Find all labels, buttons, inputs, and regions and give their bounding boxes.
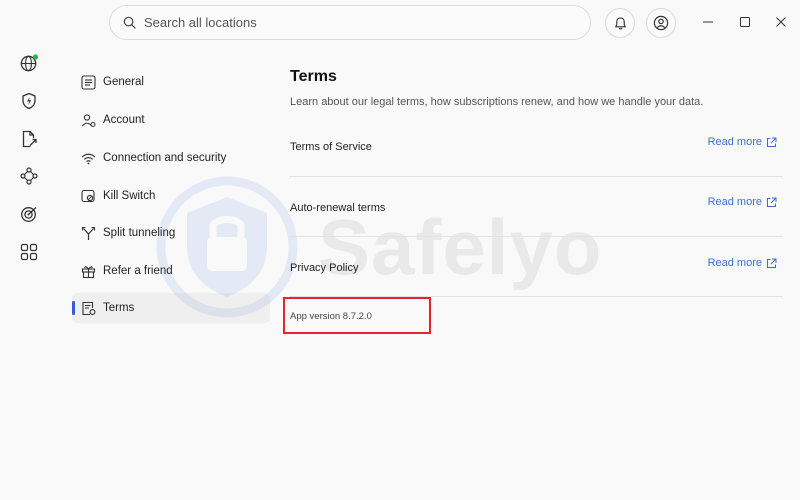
apps-grid-icon — [20, 243, 38, 261]
account-button[interactable] — [646, 8, 676, 38]
close-button[interactable] — [770, 11, 792, 33]
status-dot — [32, 54, 39, 60]
rail-shield[interactable] — [17, 89, 41, 113]
divider — [289, 176, 783, 177]
read-more-label: Read more — [707, 196, 762, 208]
terms-of-service-label: Terms of Service — [290, 141, 372, 153]
nav-item-connection[interactable]: Connection and security — [72, 143, 270, 173]
globe-icon — [20, 54, 39, 72]
watermark-text: Safelyo — [318, 203, 603, 291]
rail-share-file[interactable] — [17, 127, 41, 151]
app-version: App version 8.7.2.0 — [290, 311, 372, 322]
active-indicator — [72, 301, 75, 315]
auto-renewal-read-more-link[interactable]: Read more — [708, 196, 777, 208]
search-icon — [123, 16, 136, 29]
nav-item-label: Kill Switch — [103, 190, 156, 202]
search-input[interactable] — [142, 14, 566, 31]
rail-globe[interactable] — [17, 51, 41, 75]
target-icon — [21, 207, 37, 222]
page-title: Terms — [290, 68, 337, 85]
read-more-label: Read more — [707, 136, 762, 148]
nav-item-label: Split tunneling — [103, 227, 176, 239]
nav-item-label: Account — [103, 114, 145, 126]
shield-icon — [22, 92, 36, 110]
wifi-icon — [80, 150, 97, 167]
bell-icon — [614, 16, 626, 29]
notifications-button[interactable] — [605, 8, 635, 38]
rail-apps[interactable] — [17, 240, 41, 264]
nav-item-label: Terms — [103, 302, 135, 314]
nav-item-label: General — [103, 76, 144, 88]
divider — [289, 236, 783, 237]
external-link-icon — [767, 197, 777, 207]
share-file-icon — [22, 130, 37, 148]
external-link-icon — [767, 258, 777, 268]
nav-item-terms[interactable]: Terms — [72, 293, 270, 323]
nav-item-kill-switch[interactable]: Kill Switch — [72, 181, 270, 211]
nav-item-split-tunneling[interactable]: Split tunneling — [72, 218, 270, 248]
nav-item-general[interactable]: General — [72, 67, 270, 97]
nav-item-refer[interactable]: Refer a friend — [72, 256, 270, 286]
auto-renewal-label: Auto-renewal terms — [290, 202, 386, 214]
gift-icon — [80, 263, 97, 280]
minimize-icon — [703, 21, 713, 23]
nav-item-label: Connection and security — [103, 152, 227, 164]
maximize-icon — [740, 17, 750, 27]
terms-of-service-read-more-link[interactable]: Read more — [708, 136, 777, 148]
rail-mesh[interactable] — [17, 164, 41, 188]
privacy-policy-label: Privacy Policy — [290, 262, 359, 274]
close-icon — [776, 17, 786, 27]
split-icon — [80, 225, 97, 242]
privacy-policy-read-more-link[interactable]: Read more — [708, 257, 777, 269]
terms-icon — [80, 300, 97, 317]
nav-item-account[interactable]: Account — [72, 105, 270, 135]
mesh-icon — [20, 167, 38, 185]
page-subtitle: Learn about our legal terms, how subscri… — [290, 96, 704, 108]
general-icon — [80, 74, 97, 91]
maximize-button[interactable] — [734, 11, 756, 33]
account-icon — [653, 15, 669, 31]
rail-target[interactable] — [17, 202, 41, 226]
kill-switch-icon — [80, 188, 97, 205]
read-more-label: Read more — [707, 257, 762, 269]
account-icon — [80, 112, 97, 129]
external-link-icon — [767, 137, 777, 147]
search-bar[interactable] — [109, 5, 591, 40]
nav-item-label: Refer a friend — [103, 265, 173, 277]
minimize-button[interactable] — [697, 11, 719, 33]
